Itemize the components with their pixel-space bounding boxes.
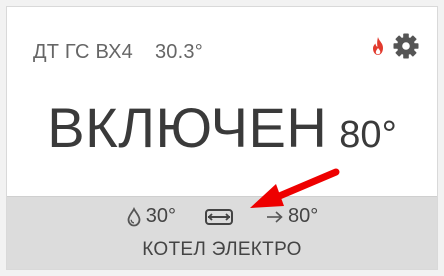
status-row: ВКЛЮЧЕН 80° — [7, 95, 437, 165]
thermostat-card[interactable]: ДТ ГС ВХ4 30.3° ВКЛЮЧЕН 80° 30° 80° КОТЕ… — [6, 6, 438, 270]
water-drop-icon — [126, 206, 146, 227]
card-footer: 30° 80° КОТЕЛ ЭЛЕКТРО — [7, 196, 437, 269]
flame-icon — [371, 36, 385, 56]
water-reading: 30° — [126, 205, 176, 228]
water-temperature: 30° — [145, 205, 176, 227]
target-temperature: 80° — [339, 114, 397, 156]
heater-status — [204, 207, 238, 227]
gear-icon[interactable] — [393, 33, 419, 59]
header-icons — [371, 33, 419, 59]
flow-target: 80° — [266, 205, 318, 228]
footer-readings: 30° 80° — [7, 205, 437, 228]
heater-icon — [204, 207, 238, 227]
card-header: ДТ ГС ВХ4 30.3° — [33, 37, 203, 67]
device-name: ДТ ГС ВХ4 — [33, 40, 133, 63]
device-type-label: КОТЕЛ ЭЛЕКТРО — [142, 239, 302, 260]
flow-target-temperature: 80° — [288, 205, 319, 227]
status-text: ВКЛЮЧЕН — [47, 96, 328, 159]
arrow-right-icon — [266, 209, 288, 225]
current-temperature: 30.3° — [154, 40, 203, 63]
